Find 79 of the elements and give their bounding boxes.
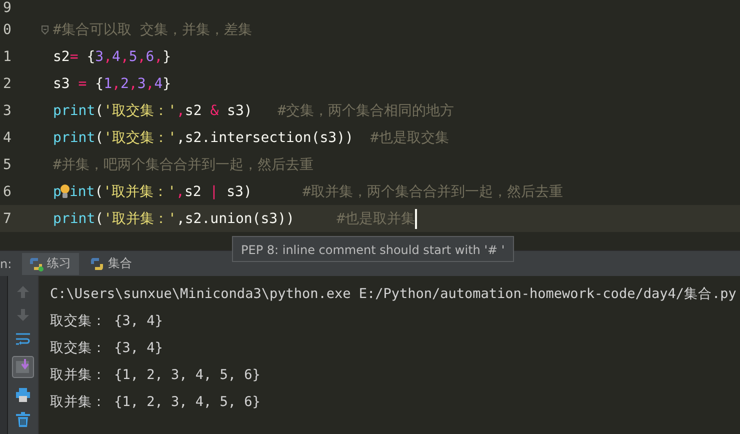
code-text: { [94,74,104,94]
line-number: 1 [2,48,12,64]
code-text: ( [95,128,104,148]
file-type-icon [89,256,105,272]
code-keyword: print [53,102,96,121]
code-operator: | [210,182,218,202]
fold-icon[interactable] [41,24,49,34]
code-number: 2 [120,74,129,94]
code-operator: , [154,48,163,67]
code-operator: , [176,102,185,121]
line-number: 9 [2,0,12,16]
console-output: 取并集： {1, 2, 3, 4, 5, 6} [50,393,262,412]
code-operator: , [112,74,120,94]
code-operator: & [210,102,219,121]
code-operator: , [120,48,129,67]
code-comment: #并集，吧两个集合合并到一起，然后去重 [53,156,314,175]
code-number: 3 [95,48,104,67]
file-type-icon [28,256,44,272]
code-number: 4 [112,48,120,67]
code-keyword: p [53,182,62,202]
line-number: 7 [2,210,12,226]
code-string: '取并集：' [103,182,176,202]
code-operator: , [146,74,154,94]
code-operator: , [104,48,112,67]
scroll-to-end-icon[interactable] [12,356,34,378]
code-string: '取并集：' [104,210,176,229]
print-icon[interactable] [15,387,31,403]
code-comment: #交集，两个集合相同的地方 [278,102,454,121]
code-comment: #集合可以取 交集，并集，差集 [53,20,252,40]
code-text: } [162,48,172,67]
code-operator: = [70,48,78,67]
code-text: ,s2.intersection(s3)) [176,128,354,148]
code-text: s3) [226,102,254,121]
run-label: n: [0,256,13,270]
code-number: 6 [146,48,154,67]
code-operator: , [128,74,138,94]
code-comment: #也是取交集 [370,128,449,148]
console-output: 取交集： {3, 4} [50,312,164,331]
run-tab[interactable]: 集合 [83,252,140,274]
line-number: 2 [2,76,12,92]
code-keyword: print [53,210,96,229]
code-keyword: int [69,182,95,202]
line-number: 6 [2,184,12,200]
console-output: C:\Users\sunxue\Miniconda3\python.exe E:/Python/automation-homework-code/day4/集合.py [50,285,738,304]
code-operator: = [78,74,87,94]
code-number: 4 [154,74,163,94]
code-number: 3 [137,74,146,94]
code-text: ,s2.union(s3)) [176,210,296,229]
code-text: { [86,48,96,67]
code-text: ( [94,182,104,202]
code-text: } [162,74,172,94]
code-operator: , [176,182,184,202]
code-comment: #也是取并集 [336,210,416,229]
code-text: s2 [184,102,203,121]
code-string: '取交集：' [104,102,176,121]
code-operator: , [137,48,146,67]
console-output: 取并集： {1, 2, 3, 4, 5, 6} [50,366,262,385]
line-number: 4 [2,130,12,146]
code-text: ( [95,210,104,229]
lightbulb-icon[interactable] [60,184,70,200]
line-number: 3 [2,102,12,118]
code-comment: #取并集，两个集合合并到一起，然后去重 [302,182,563,202]
code-text: s2 [53,48,70,67]
code-string: '取交集：' [104,128,176,148]
text-cursor [415,208,418,229]
soft-wrap-icon[interactable] [15,331,31,347]
run-tab[interactable]: 练习 [22,252,79,274]
line-number: 0 [2,22,12,38]
code-number: 1 [104,74,112,94]
code-text: s3) [226,182,253,202]
inspection-tooltip: PEP 8: inline comment should start with '# ' [232,236,514,262]
code-text: ( [95,102,104,121]
code-text: s2 [184,182,202,202]
code-keyword: print [53,128,96,148]
console-output: 取交集： {3, 4} [50,339,164,358]
line-number: 5 [2,156,12,172]
code-number: 5 [128,48,138,67]
trash-icon[interactable] [15,412,31,428]
code-text: s3 [53,74,71,94]
